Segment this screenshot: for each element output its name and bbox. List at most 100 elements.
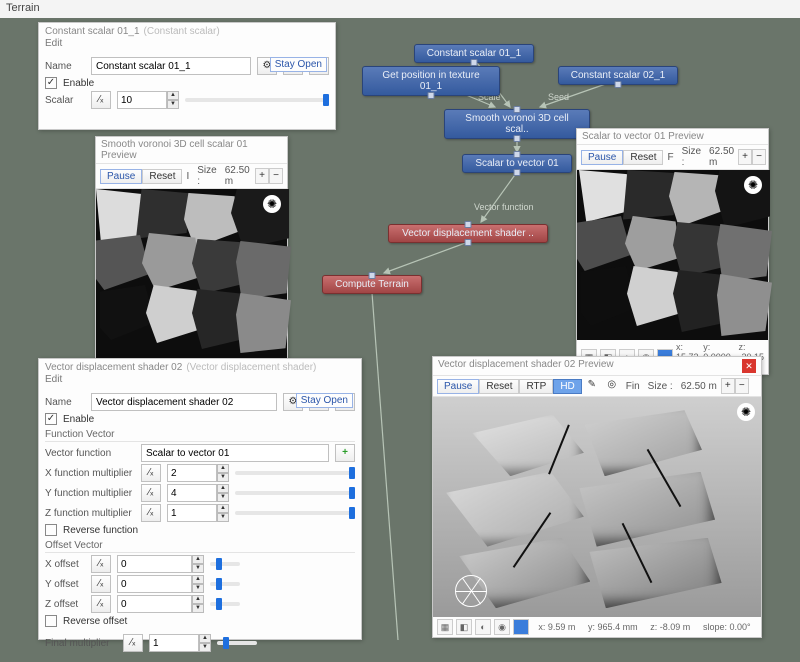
size-value: 62.50 m — [677, 381, 721, 392]
final-multiplier-label: Final multiplier — [45, 638, 117, 649]
name-input[interactable] — [91, 57, 251, 75]
x-multiplier-input[interactable] — [167, 464, 217, 482]
reset-button[interactable]: Reset — [479, 379, 519, 394]
expression-icon[interactable]: ⁄ₓ — [123, 634, 143, 652]
spin-down-icon[interactable]: ▼ — [217, 493, 229, 502]
final-multiplier-slider[interactable] — [217, 641, 257, 645]
spin-up-icon[interactable]: ▲ — [192, 555, 204, 564]
spin-down-icon[interactable]: ▼ — [192, 604, 204, 613]
vector-function-input[interactable] — [141, 444, 329, 462]
expression-icon[interactable]: ⁄ₓ — [91, 575, 111, 593]
panel-title: Vector displacement shader 02 — [45, 362, 182, 373]
pause-button[interactable]: Pause — [581, 150, 623, 165]
scalar-slider[interactable] — [185, 98, 329, 102]
footer-tool-5[interactable] — [513, 619, 529, 635]
x-offset-input[interactable] — [117, 555, 192, 573]
spin-up-icon[interactable]: ▲ — [199, 634, 211, 643]
reset-button[interactable]: Reset — [142, 169, 182, 184]
pause-button[interactable]: Pause — [100, 169, 142, 184]
zoom-out-button[interactable]: − — [269, 168, 283, 184]
enable-checkbox[interactable] — [45, 77, 57, 89]
node-scalar-to-vector[interactable]: Scalar to vector 01 — [462, 154, 572, 173]
node-constant-scalar-2[interactable]: Constant scalar 02_1 — [558, 66, 678, 85]
footer-tool-4[interactable]: ◉ — [494, 619, 510, 635]
y-offset-input[interactable] — [117, 575, 192, 593]
zoom-in-button[interactable]: + — [738, 149, 752, 165]
scalar-spinner[interactable]: ▲▼ — [117, 91, 179, 109]
close-icon[interactable]: ✕ — [742, 359, 756, 373]
spin-down-icon[interactable]: ▼ — [217, 473, 229, 482]
stay-open-button[interactable]: Stay Open — [296, 393, 353, 408]
reset-button[interactable]: Reset — [623, 150, 663, 165]
z-offset-input[interactable] — [117, 595, 192, 613]
expression-icon[interactable]: ⁄ₓ — [141, 484, 161, 502]
zoom-out-button[interactable]: − — [735, 378, 749, 394]
x-offset-spinner[interactable]: ▲▼ — [117, 555, 204, 573]
gear-icon[interactable]: ✺ — [737, 403, 755, 421]
reverse-offset-checkbox[interactable] — [45, 615, 57, 627]
scalar-label: Scalar — [45, 95, 85, 106]
expression-icon[interactable]: ⁄ₓ — [141, 504, 161, 522]
gear-icon[interactable]: ✺ — [744, 176, 762, 194]
footer-tool-3[interactable]: ◐ — [475, 619, 491, 635]
final-multiplier-input[interactable] — [149, 634, 199, 652]
y-offset-slider[interactable] — [210, 582, 240, 586]
expression-icon[interactable]: ⁄ₓ — [91, 91, 111, 109]
zoom-in-button[interactable]: + — [721, 378, 735, 394]
pause-button[interactable]: Pause — [437, 379, 479, 394]
x-offset-slider[interactable] — [210, 562, 240, 566]
z-offset-spinner[interactable]: ▲▼ — [117, 595, 204, 613]
zoom-in-button[interactable]: + — [255, 168, 269, 184]
z-multiplier-slider[interactable] — [235, 511, 355, 515]
enable-checkbox[interactable] — [45, 413, 57, 425]
expression-icon[interactable]: ⁄ₓ — [91, 595, 111, 613]
spin-up-icon[interactable]: ▲ — [217, 484, 229, 493]
spin-up-icon[interactable]: ▲ — [192, 595, 204, 604]
expression-icon[interactable]: ⁄ₓ — [141, 464, 161, 482]
preview-viewport[interactable]: ✺ — [577, 170, 768, 340]
plus-icon[interactable]: + — [335, 444, 355, 462]
expression-icon[interactable]: ⁄ₓ — [91, 555, 111, 573]
reverse-function-checkbox[interactable] — [45, 524, 57, 536]
spin-down-icon[interactable]: ▼ — [192, 584, 204, 593]
node-get-position[interactable]: Get position in texture 01_1 — [362, 66, 500, 96]
spin-up-icon[interactable]: ▲ — [217, 464, 229, 473]
eye-icon[interactable]: ◎ — [602, 377, 622, 395]
z-multiplier-input[interactable] — [167, 504, 217, 522]
spin-up-icon[interactable]: ▲ — [192, 575, 204, 584]
preview-viewport[interactable]: ✺ — [96, 189, 287, 359]
y-multiplier-input[interactable] — [167, 484, 217, 502]
footer-tool-1[interactable]: ▦ — [437, 619, 453, 635]
panel-edit-link[interactable]: Edit — [39, 38, 335, 51]
x-multiplier-spinner[interactable]: ▲▼ — [167, 464, 229, 482]
spin-up-icon[interactable]: ▲ — [167, 91, 179, 100]
x-multiplier-slider[interactable] — [235, 471, 355, 475]
node-constant-scalar-1[interactable]: Constant scalar 01_1 — [414, 44, 534, 63]
node-compute-terrain[interactable]: Compute Terrain — [322, 275, 422, 294]
zoom-out-button[interactable]: − — [752, 149, 766, 165]
node-voronoi[interactable]: Smooth voronoi 3D cell scal.. — [444, 109, 590, 139]
x-multiplier-label: X function multiplier — [45, 468, 135, 479]
stay-open-button[interactable]: Stay Open — [270, 57, 327, 72]
final-multiplier-spinner[interactable]: ▲▼ — [149, 634, 211, 652]
y-offset-spinner[interactable]: ▲▼ — [117, 575, 204, 593]
node-vector-displacement[interactable]: Vector displacement shader .. — [388, 224, 548, 243]
spin-up-icon[interactable]: ▲ — [217, 504, 229, 513]
rtp-button[interactable]: RTP — [519, 379, 553, 394]
spin-down-icon[interactable]: ▼ — [192, 564, 204, 573]
z-multiplier-spinner[interactable]: ▲▼ — [167, 504, 229, 522]
brush-icon[interactable]: ✎ — [582, 377, 602, 395]
panel-edit-link[interactable]: Edit — [39, 374, 361, 387]
y-multiplier-spinner[interactable]: ▲▼ — [167, 484, 229, 502]
hd-button[interactable]: HD — [553, 379, 581, 394]
name-input[interactable] — [91, 393, 277, 411]
gear-icon[interactable]: ✺ — [263, 195, 281, 213]
scalar-input[interactable] — [117, 91, 167, 109]
spin-down-icon[interactable]: ▼ — [167, 100, 179, 109]
y-multiplier-slider[interactable] — [235, 491, 355, 495]
preview-viewport[interactable]: ✺ — [433, 397, 761, 617]
z-offset-slider[interactable] — [210, 602, 240, 606]
footer-tool-2[interactable]: ◧ — [456, 619, 472, 635]
spin-down-icon[interactable]: ▼ — [217, 513, 229, 522]
section-function-vector: Function Vector — [45, 429, 355, 442]
